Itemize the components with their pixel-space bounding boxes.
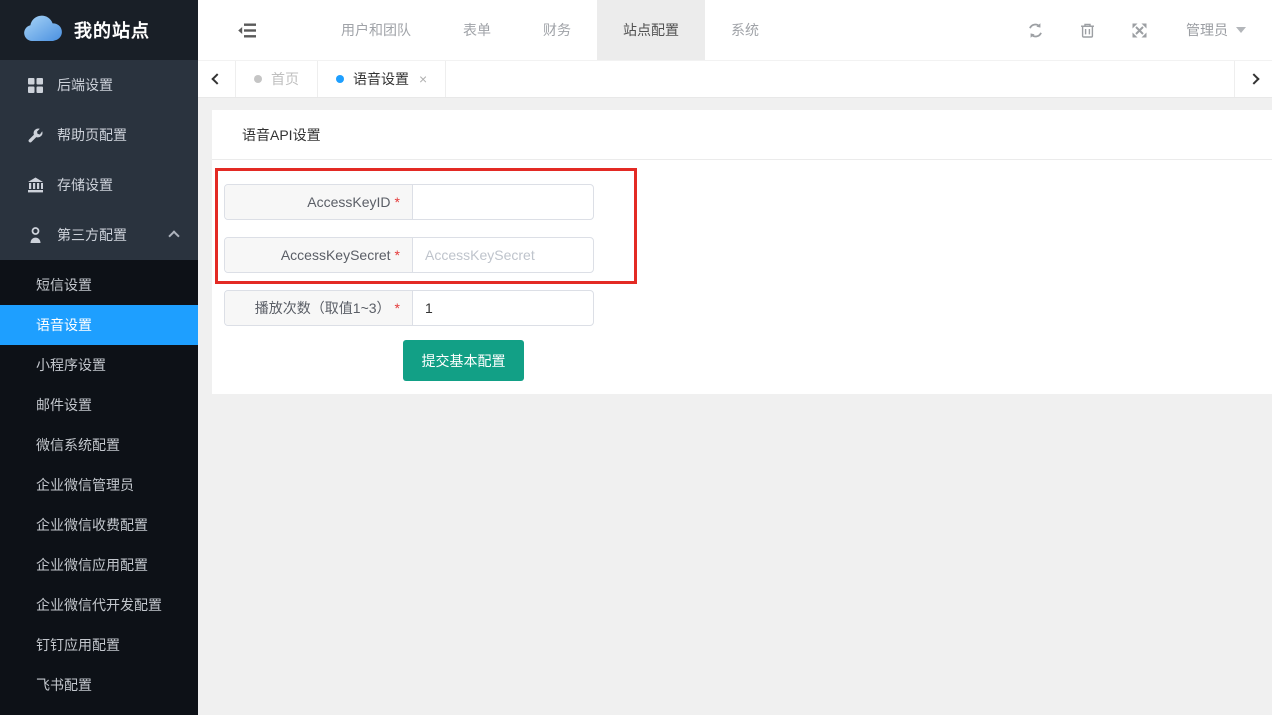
sidebar-item-third-party-config[interactable]: 第三方配置 xyxy=(0,210,198,260)
tab-bar: 首页 语音设置 × xyxy=(198,60,1272,98)
accesskeysecret-label: AccessKeySecret* xyxy=(225,238,413,272)
form-row-accesskeyid: AccessKeyID * xyxy=(224,184,594,220)
tab-dot-icon xyxy=(254,75,262,83)
submenu-item-feishu-config[interactable]: 飞书配置 xyxy=(0,665,198,705)
sidebar: 我的站点 后端设置 帮助页配置 存储设置 第三方配置 xyxy=(0,0,198,715)
top-menu-system[interactable]: 系统 xyxy=(705,0,785,60)
chevron-down-icon xyxy=(1236,27,1246,33)
submenu-item-dingtalk-app-config[interactable]: 钉钉应用配置 xyxy=(0,625,198,665)
sidebar-submenu: 短信设置 语音设置 小程序设置 邮件设置 微信系统配置 企业微信管理员 企业微信… xyxy=(0,260,198,715)
wrench-icon xyxy=(27,127,44,144)
field-label-text: AccessKeyID xyxy=(307,194,390,210)
voice-api-settings-card: 语音API设置 AccessKeyID* AccessKeySecret* 播放… xyxy=(212,110,1272,394)
field-label-text: 播放次数（取值1~3） xyxy=(255,298,391,318)
sidebar-item-label: 存储设置 xyxy=(57,175,113,195)
main-content: 语音API设置 AccessKeyID* AccessKeySecret* 播放… xyxy=(198,98,1272,715)
required-mark: * xyxy=(395,247,400,263)
accesskeyid-input[interactable] xyxy=(413,185,593,219)
accesskeyid-label: AccessKeyID * xyxy=(225,185,413,219)
chevron-right-icon xyxy=(1248,73,1259,84)
chevron-up-icon xyxy=(168,230,179,241)
tab-dot-icon xyxy=(336,75,344,83)
user-menu[interactable]: 管理员 xyxy=(1186,20,1246,40)
user-name: 管理员 xyxy=(1186,20,1228,40)
cloud-logo-icon xyxy=(22,14,64,47)
sidebar-item-backend-settings[interactable]: 后端设置 xyxy=(0,60,198,110)
brand-logo: 我的站点 xyxy=(0,0,198,60)
form-row-play-count: 播放次数（取值1~3）* xyxy=(224,290,594,326)
top-menu-users-teams[interactable]: 用户和团队 xyxy=(315,0,437,60)
tab-label: 首页 xyxy=(271,69,299,89)
grid-icon xyxy=(27,77,44,94)
tab-home[interactable]: 首页 xyxy=(236,61,318,97)
tabs-scroll-left-button[interactable] xyxy=(198,61,236,97)
submenu-item-wechat-system-config[interactable]: 微信系统配置 xyxy=(0,425,198,465)
accesskeysecret-input[interactable] xyxy=(413,238,593,272)
top-menu: 用户和团队 表单 财务 站点配置 系统 xyxy=(315,0,785,60)
site-title: 我的站点 xyxy=(74,17,150,43)
submenu-item-voice-settings[interactable]: 语音设置 xyxy=(0,305,198,345)
submenu-item-wecom-dev-config[interactable]: 企业微信代开发配置 xyxy=(0,585,198,625)
play-count-label: 播放次数（取值1~3）* xyxy=(225,291,413,325)
submenu-item-sms-settings[interactable]: 短信设置 xyxy=(0,265,198,305)
top-header: 用户和团队 表单 财务 站点配置 系统 管理员 xyxy=(198,0,1272,60)
sidebar-item-help-page-config[interactable]: 帮助页配置 xyxy=(0,110,198,160)
form-row-accesskeysecret: AccessKeySecret* xyxy=(224,237,594,273)
submenu-item-mail-settings[interactable]: 邮件设置 xyxy=(0,385,198,425)
close-icon[interactable]: × xyxy=(419,72,427,86)
tab-spacer xyxy=(446,61,1234,97)
person-icon xyxy=(27,227,44,244)
refresh-icon[interactable] xyxy=(1027,22,1044,39)
tabs-scroll-right-button[interactable] xyxy=(1234,61,1272,97)
tab-voice-settings[interactable]: 语音设置 × xyxy=(318,61,446,97)
submenu-item-wecom-billing-config[interactable]: 企业微信收费配置 xyxy=(0,505,198,545)
submenu-item-miniprogram-settings[interactable]: 小程序设置 xyxy=(0,345,198,385)
required-mark: * xyxy=(395,194,400,210)
sidebar-item-label: 后端设置 xyxy=(57,75,113,95)
chevron-left-icon xyxy=(211,73,222,84)
top-menu-finance[interactable]: 财务 xyxy=(517,0,597,60)
top-menu-site-config[interactable]: 站点配置 xyxy=(597,0,705,60)
tab-label: 语音设置 xyxy=(353,69,409,89)
play-count-input[interactable] xyxy=(413,291,593,325)
field-label-text: AccessKeySecret xyxy=(281,247,391,263)
submenu-item-wecom-admin[interactable]: 企业微信管理员 xyxy=(0,465,198,505)
fullscreen-icon[interactable] xyxy=(1131,22,1148,39)
top-menu-forms[interactable]: 表单 xyxy=(437,0,517,60)
required-mark: * xyxy=(395,300,400,316)
bank-icon xyxy=(27,177,44,194)
menu-fold-icon[interactable] xyxy=(238,22,257,39)
app-window: 我的站点 后端设置 帮助页配置 存储设置 第三方配置 xyxy=(0,0,1272,715)
sidebar-item-label: 第三方配置 xyxy=(57,225,127,245)
header-actions: 管理员 xyxy=(992,20,1246,40)
section-title: 语音API设置 xyxy=(212,110,1272,160)
sidebar-item-label: 帮助页配置 xyxy=(57,125,127,145)
submenu-item-wecom-app-config[interactable]: 企业微信应用配置 xyxy=(0,545,198,585)
sidebar-item-storage-settings[interactable]: 存储设置 xyxy=(0,160,198,210)
submit-basic-config-button[interactable]: 提交基本配置 xyxy=(403,340,524,381)
trash-icon[interactable] xyxy=(1079,22,1096,39)
